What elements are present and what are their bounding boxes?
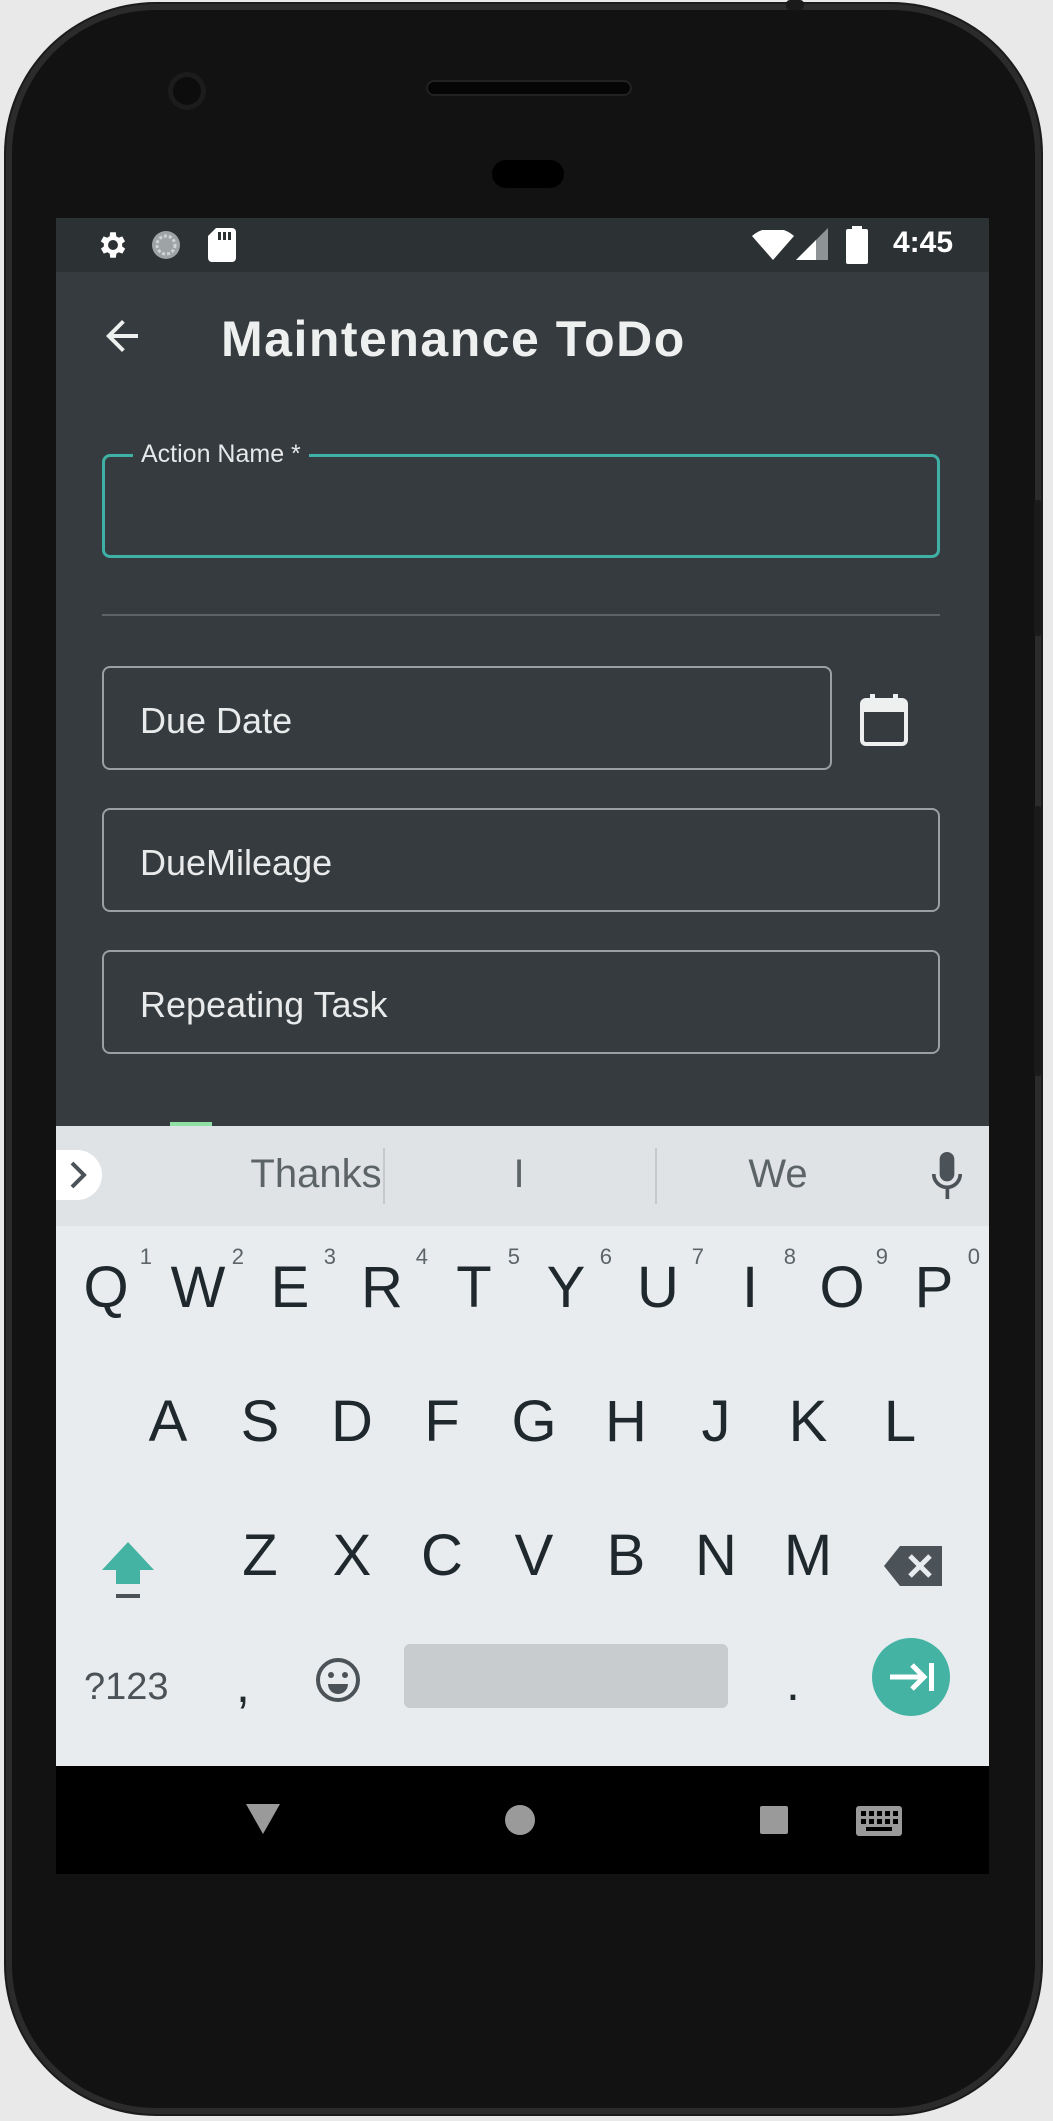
backspace-icon[interactable] [884, 1546, 942, 1586]
suggestion-strip: Thanks I We [56, 1126, 989, 1226]
key-a[interactable]: A [128, 1388, 208, 1455]
tab-next-icon [890, 1663, 934, 1691]
suggestion-2[interactable]: I [419, 1152, 619, 1197]
top-button [786, 0, 804, 10]
key-label: Y [546, 1255, 586, 1320]
key-i[interactable]: I8 [710, 1244, 796, 1321]
repeating-task-placeholder: Repeating Task [140, 984, 388, 1025]
key-g[interactable]: G [494, 1388, 574, 1455]
back-triangle-icon[interactable] [246, 1804, 280, 1834]
chevron-right-icon [70, 1161, 87, 1189]
front-camera [168, 72, 206, 110]
key-hint: 6 [599, 1244, 612, 1269]
page-title: Maintenance ToDo [221, 311, 686, 367]
sd-card-icon [208, 228, 236, 262]
key-p[interactable]: P0 [894, 1244, 980, 1321]
key-n[interactable]: N [676, 1522, 756, 1589]
key-d[interactable]: D [312, 1388, 392, 1455]
key-label: T [456, 1255, 492, 1320]
status-bar: 4:45 [56, 218, 989, 272]
key-label: E [270, 1255, 310, 1320]
soft-keyboard: Thanks I We Q1 W2 E3 R4 T5 Y6 U7 I8 O9 P… [56, 1126, 989, 1766]
key-f[interactable]: F [402, 1388, 482, 1455]
screen: 4:45 Maintenance ToDo Action Name * Due … [56, 218, 989, 1766]
status-time: 4:45 [892, 226, 953, 259]
key-label: W [170, 1255, 226, 1320]
signal-icon [796, 228, 828, 260]
key-u[interactable]: U7 [618, 1244, 704, 1321]
space-bar[interactable] [404, 1644, 728, 1708]
navigation-bar [56, 1766, 989, 1874]
key-hint: 4 [415, 1244, 428, 1269]
key-label: R [361, 1255, 403, 1320]
earpiece-speaker [426, 80, 632, 96]
key-j[interactable]: J [676, 1388, 756, 1455]
home-circle-icon[interactable] [504, 1804, 536, 1836]
due-date-field[interactable]: Due Date [102, 666, 832, 770]
key-k[interactable]: K [768, 1388, 848, 1455]
key-t[interactable]: T5 [434, 1244, 520, 1321]
key-q[interactable]: Q1 [66, 1244, 152, 1321]
key-w[interactable]: W2 [158, 1244, 244, 1321]
key-r[interactable]: R4 [342, 1244, 428, 1321]
key-m[interactable]: M [768, 1522, 848, 1589]
key-label: U [637, 1255, 679, 1320]
key-hint: 2 [231, 1244, 244, 1269]
battery-icon [846, 226, 868, 264]
key-y[interactable]: Y6 [526, 1244, 612, 1321]
suggestion-separator [383, 1148, 385, 1204]
key-v[interactable]: V [494, 1522, 574, 1589]
next-button[interactable] [872, 1638, 950, 1716]
shift-icon[interactable] [100, 1540, 156, 1602]
suggestion-1[interactable]: Thanks [216, 1152, 416, 1197]
key-label: Q [83, 1255, 129, 1320]
key-hint: 3 [323, 1244, 336, 1269]
repeating-task-field[interactable]: Repeating Task [102, 950, 940, 1054]
volume-button [1034, 806, 1042, 1076]
due-mileage-field[interactable]: DueMileage [102, 808, 940, 912]
suggestion-3[interactable]: We [678, 1152, 878, 1197]
key-label: I [741, 1255, 759, 1320]
divider [102, 614, 940, 616]
key-o[interactable]: O9 [802, 1244, 888, 1321]
key-hint: 0 [967, 1244, 980, 1269]
key-b[interactable]: B [586, 1522, 666, 1589]
key-hint: 9 [875, 1244, 888, 1269]
emoji-icon[interactable] [314, 1656, 362, 1704]
key-label: P [914, 1255, 954, 1320]
key-label: O [819, 1255, 865, 1320]
key-c[interactable]: C [402, 1522, 482, 1589]
due-date-placeholder: Due Date [140, 700, 293, 741]
calendar-icon[interactable] [860, 694, 908, 746]
expand-suggestions-button[interactable] [56, 1150, 102, 1200]
key-hint: 8 [783, 1244, 796, 1269]
key-hint: 7 [691, 1244, 704, 1269]
symbols-key[interactable]: ?123 [84, 1666, 169, 1709]
action-name-label: Action Name * [133, 440, 309, 469]
key-h[interactable]: H [586, 1388, 666, 1455]
settings-icon [100, 232, 126, 258]
microphone-icon[interactable] [929, 1152, 965, 1202]
key-l[interactable]: L [860, 1388, 940, 1455]
key-x[interactable]: X [312, 1522, 392, 1589]
key-hint: 5 [507, 1244, 520, 1269]
comma-key[interactable]: , [236, 1656, 250, 1714]
key-e[interactable]: E3 [250, 1244, 336, 1321]
action-name-field[interactable]: Action Name * [102, 440, 940, 558]
key-s[interactable]: S [220, 1388, 300, 1455]
arrow-back-icon[interactable] [98, 312, 146, 360]
key-z[interactable]: Z [220, 1522, 300, 1589]
due-mileage-placeholder: DueMileage [140, 842, 333, 883]
sync-icon [152, 231, 180, 259]
period-key[interactable]: . [786, 1654, 800, 1712]
wifi-icon [752, 230, 794, 260]
proximity-sensor [492, 160, 564, 188]
keyboard-icon[interactable] [856, 1806, 902, 1836]
power-button [1034, 500, 1042, 636]
app-bar: Maintenance ToDo [56, 272, 989, 402]
suggestion-separator [655, 1148, 657, 1204]
recents-square-icon[interactable] [760, 1806, 788, 1834]
key-hint: 1 [139, 1244, 152, 1269]
